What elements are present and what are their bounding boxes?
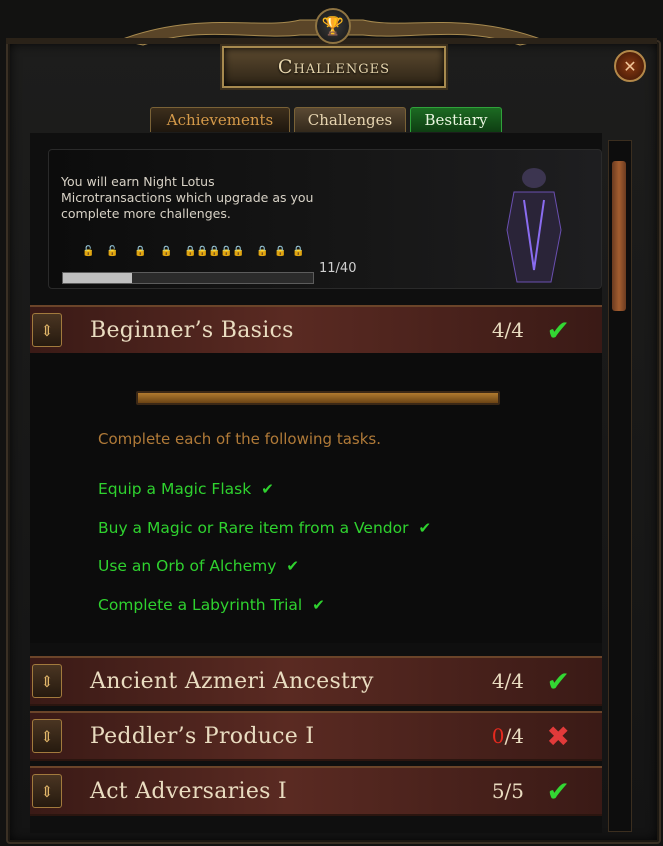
lock-icon: 🔒 <box>292 246 305 257</box>
task-item: Buy a Magic or Rare item from a Vendor ✔ <box>98 519 432 537</box>
challenge-count: 4/4 <box>491 318 524 342</box>
tab-achievements-label: Achievements <box>166 111 274 129</box>
progress-bar <box>62 272 314 284</box>
reward-banner: You will earn Night Lotus Microtransacti… <box>48 149 602 289</box>
progress-fill <box>63 273 132 283</box>
scrollbar[interactable] <box>608 140 632 832</box>
challenge-count: 0/4 <box>491 724 524 748</box>
challenge-row-ancient-azmeri-ancestry[interactable]: ⇕ Ancient Azmeri Ancestry 4/4 ✔ <box>30 656 602 706</box>
cross-icon: ✖ <box>546 719 570 753</box>
challenge-details: Complete each of the following tasks. Eq… <box>30 353 602 643</box>
challenges-window: 🏆 Challenges ✕ Achievements Challenges B… <box>0 0 663 846</box>
reward-progress: 🔓 🔓 🔒 🔒 🔒 🔒 🔒 🔒 🔒 🔒 🔒 🔒 <box>62 244 314 284</box>
challenge-row-beginners-basics[interactable]: ⇕ Beginner’s Basics 4/4 ✔ <box>30 305 602 355</box>
details-intro: Complete each of the following tasks. <box>98 430 381 448</box>
task-check-icon: ✔ <box>261 480 274 498</box>
task-item: Complete a Labyrinth Trial ✔ <box>98 596 325 614</box>
lock-icon: 🔒 <box>134 246 147 257</box>
scrollbar-thumb[interactable] <box>612 161 626 311</box>
task-check-icon: ✔ <box>312 596 325 614</box>
expand-toggle-icon[interactable]: ⇕ <box>32 719 62 753</box>
unlocked-tier-icon: 🔓 <box>82 246 95 257</box>
close-button[interactable]: ✕ <box>614 50 646 82</box>
tab-achievements[interactable]: Achievements <box>150 107 290 132</box>
trophy-icon: 🏆 <box>315 8 351 44</box>
task-item: Use an Orb of Alchemy ✔ <box>98 557 299 575</box>
lock-icon: 🔒 <box>256 246 269 257</box>
lock-icon: 🔒 <box>208 246 221 257</box>
reward-description: You will earn Night Lotus Microtransacti… <box>61 174 314 221</box>
check-icon: ✔ <box>546 313 570 347</box>
challenge-name: Ancient Azmeri Ancestry <box>90 668 374 694</box>
challenge-row-peddlers-produce-i[interactable]: ⇕ Peddler’s Produce I 0/4 ✖ <box>30 711 602 761</box>
lock-icon: 🔒 <box>184 246 197 257</box>
close-icon: ✕ <box>623 56 637 76</box>
window-title-plate: Challenges <box>222 46 446 88</box>
expand-toggle-icon[interactable]: ⇕ <box>32 774 62 808</box>
task-check-icon: ✔ <box>286 557 299 575</box>
collapse-toggle-icon[interactable]: ⇕ <box>32 313 62 347</box>
lock-icon: 🔒 <box>232 246 245 257</box>
task-check-icon: ✔ <box>418 519 432 537</box>
check-icon: ✔ <box>546 774 570 808</box>
challenge-count: 5/5 <box>491 779 524 803</box>
lock-icon: 🔒 <box>196 246 209 257</box>
tab-bar: Achievements Challenges Bestiary <box>150 107 502 133</box>
unlocked-tier-icon: 🔓 <box>106 246 119 257</box>
lock-icon: 🔒 <box>160 246 173 257</box>
window-title: Challenges <box>277 56 391 78</box>
lock-icon: 🔒 <box>274 246 287 257</box>
tab-challenges[interactable]: Challenges <box>294 107 406 132</box>
lock-icon: 🔒 <box>220 246 233 257</box>
challenge-name: Peddler’s Produce I <box>90 723 315 749</box>
tab-bestiary[interactable]: Bestiary <box>410 107 502 132</box>
task-item: Equip a Magic Flask ✔ <box>98 480 274 498</box>
challenge-count: 4/4 <box>491 669 524 693</box>
night-lotus-armour-preview <box>506 168 562 283</box>
tab-challenges-label: Challenges <box>307 111 393 129</box>
challenge-name: Beginner’s Basics <box>90 317 294 343</box>
challenge-row-act-adversaries-i[interactable]: ⇕ Act Adversaries I 5/5 ✔ <box>30 766 602 816</box>
expand-toggle-icon[interactable]: ⇕ <box>32 664 62 698</box>
challenge-list: You will earn Night Lotus Microtransacti… <box>30 133 602 833</box>
check-icon: ✔ <box>546 664 570 698</box>
challenge-name: Act Adversaries I <box>90 778 288 804</box>
progress-count: 11/40 <box>319 261 357 276</box>
detail-progress-bar <box>136 391 500 405</box>
tab-bestiary-label: Bestiary <box>424 111 488 129</box>
